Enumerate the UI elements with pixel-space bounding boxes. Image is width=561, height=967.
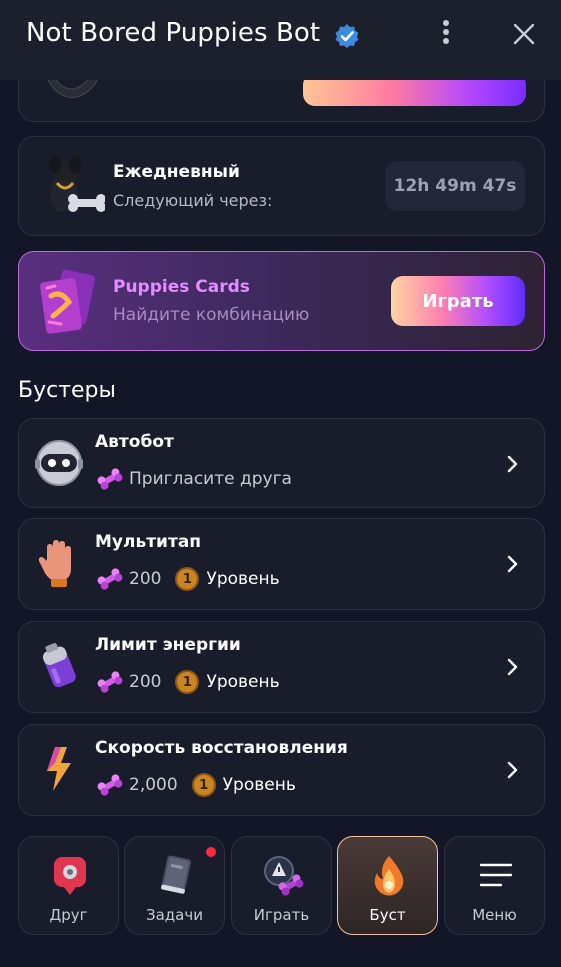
nav-tasks[interactable]: Задачи [124,836,225,935]
bone-icon [97,671,123,693]
nav-label: Друг [49,906,88,924]
battery-icon [42,643,76,688]
booster-level: Уровень [206,569,280,589]
nav-menu[interactable]: Меню [444,836,545,935]
chevron-right-icon [507,761,518,779]
kebab-dot-icon [443,20,449,26]
notification-dot [206,847,216,857]
fire-icon [374,856,404,896]
boosters-section-title: Бустеры [18,378,116,403]
nav-label: Буст [369,906,406,924]
booster-level: Уровень [206,672,280,692]
chevron-right-icon [507,455,518,473]
book-icon [161,855,191,894]
hand-icon [38,540,71,587]
level-coin-icon: 1 [175,670,200,694]
puppies-cards-subtitle: Найдите комбинацию [113,305,310,325]
booster-cost-row: Пригласите друга [95,465,306,493]
daily-subtitle: Следующий через: [113,191,273,210]
booster-multitap[interactable]: Мультитап 200 1 Уровень [18,518,545,610]
bone-icon [97,468,123,490]
puppy-daily-icon [49,156,105,212]
booster-title: Автобот [95,432,174,452]
friend-icon [54,857,86,895]
booster-cost: 200 [129,569,162,589]
lightning-icon [47,747,71,791]
booster-recovery-speed[interactable]: Скорость восстановления 2,000 1 Уровень [18,724,545,816]
menu-icon [479,863,513,887]
booster-title: Мультитап [95,532,202,552]
cards-icon [40,269,96,334]
booster-title: Лимит энергии [95,635,241,655]
nav-label: Задачи [146,906,203,924]
game-icon [264,856,304,896]
puppies-cards-play-button[interactable]: Играть [391,276,525,326]
nav-label: Играть [253,906,310,924]
booster-level: Уровень [222,775,296,795]
daily-title: Ежедневный [113,162,240,182]
booster-cost-row: 2,000 1 Уровень [95,771,296,799]
booster-cost: 2,000 [129,775,178,795]
daily-timer: 12h 49m 47s [385,161,525,211]
booster-title: Скорость восстановления [95,738,348,758]
booster-autobot[interactable]: Автобот Пригласите друга [18,418,545,508]
verified-badge-icon [335,24,359,48]
chevron-right-icon [507,658,518,676]
kebab-dot-icon [443,38,449,44]
booster-cost: Пригласите друга [129,469,292,489]
level-coin-icon: 1 [191,773,216,797]
booster-cost-row: 200 1 Уровень [95,668,280,696]
page-title: Not Bored Puppies Bot [26,18,321,48]
chevron-right-icon [507,555,518,573]
bone-icon [97,774,123,796]
booster-cost-row: 200 1 Уровень [95,565,280,593]
puppies-cards-title: Puppies Cards [113,277,250,297]
kebab-dot-icon [443,29,449,35]
nav-friend[interactable]: Друг [18,836,119,935]
level-coin-icon: 1 [175,567,200,591]
app-header: Not Bored Puppies Bot [0,0,561,80]
bone-icon [97,568,123,590]
nav-label: Меню [472,906,517,924]
booster-energy-limit[interactable]: Лимит энергии 200 1 Уровень [18,621,545,713]
nav-boost[interactable]: Буст [337,836,438,935]
booster-cost: 200 [129,672,162,692]
nav-play[interactable]: Играть [231,836,332,935]
more-menu-button[interactable] [436,20,456,50]
daily-reward-card[interactable]: Ежедневный Следующий через: 12h 49m 47s [18,136,545,236]
robot-icon [35,440,83,486]
puppies-cards-card[interactable]: Puppies Cards Найдите комбинацию Играть [18,251,545,351]
close-icon[interactable] [510,20,538,48]
